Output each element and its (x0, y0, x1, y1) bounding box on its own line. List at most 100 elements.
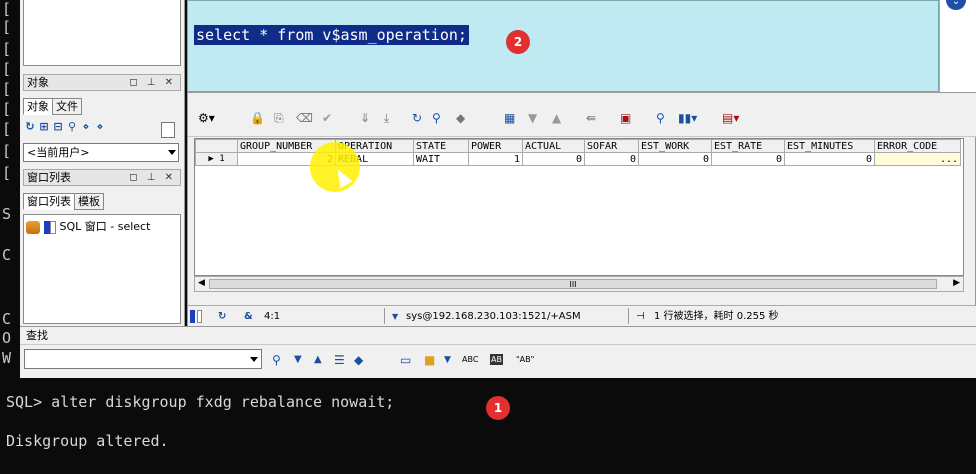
single-record-icon[interactable]: ▦ (504, 110, 515, 126)
column-header[interactable]: SOFAR (584, 139, 639, 153)
results-toolbar: ⚙▾ 🔒 ⎘ ⌫ ✔ ⇓ ⤓ ↻ ⚲ ◆ ▦ ▼ ▲ ⇚ ▣ ⚲ ▮▮▾ ▤▾ (188, 93, 976, 137)
objects-title-label: 对象 (27, 76, 49, 89)
connection-info[interactable]: sys@192.168.230.103:1521/+ASM (406, 309, 581, 324)
tab-files[interactable]: 文件 (52, 98, 82, 115)
column-header[interactable]: ACTUAL (522, 139, 585, 153)
cell-est-rate[interactable]: 0 (711, 152, 785, 166)
objects-toolbar: ↻ ⊞ ⊟ ⚲ ⋄ ⋄ (23, 120, 181, 140)
cell-sofar[interactable]: 0 (584, 152, 639, 166)
cell-est-work[interactable]: 0 (638, 152, 712, 166)
pin-icon: ⊣ (636, 311, 645, 322)
refresh-icon[interactable]: ↻ (23, 120, 37, 133)
window-color-icon (190, 309, 202, 324)
find-icon[interactable]: ⚲ (272, 352, 281, 368)
ampersand-icon: & (244, 311, 253, 322)
find-input[interactable] (24, 349, 262, 369)
chevron-down-icon[interactable] (250, 357, 258, 362)
window-list-label: 窗口列表 (27, 171, 71, 184)
chart-icon[interactable]: ▮▮▾ (678, 110, 697, 126)
folder-icon[interactable]: ■ (424, 352, 435, 368)
clear-icon[interactable]: ◆ (456, 110, 465, 126)
status-bar: ↻ & 4:1 ▼ sys@192.168.230.103:1521/+ASM … (188, 305, 976, 326)
column-header[interactable]: STATE (413, 139, 469, 153)
sql-editor[interactable]: select * from v$asm_operation; (187, 0, 939, 92)
window-list: SQL 窗口 - select (23, 214, 181, 324)
panel-controls-icon[interactable]: ◻ ⊥ ✕ (129, 75, 176, 90)
sql-text[interactable]: select * from v$asm_operation; (194, 25, 469, 45)
list-icon[interactable]: ☰ (334, 352, 345, 368)
panel-controls-icon[interactable]: ◻ ⊥ ✕ (129, 170, 176, 185)
divider (384, 308, 385, 324)
objects-panel-title: 对象 ◻ ⊥ ✕ (23, 74, 181, 91)
cell-power[interactable]: 1 (468, 152, 523, 166)
delete-record-icon[interactable]: ⌫ (296, 110, 313, 126)
window-icon[interactable]: ▭ (400, 352, 411, 368)
window-frame-icon (50, 220, 56, 234)
scroll-left-icon[interactable]: ◀ (198, 278, 205, 288)
grid-icon[interactable]: ▤▾ (722, 110, 739, 126)
find-previous-icon[interactable]: ▲ (314, 352, 322, 368)
horizontal-scrollbar[interactable]: ◀ III ▶ (194, 276, 964, 292)
chevron-down-icon[interactable]: ▼ (444, 352, 451, 368)
row-indicator[interactable]: ▶ 1 (195, 152, 238, 166)
refresh-icon[interactable]: ↻ (218, 309, 226, 324)
scroll-thumb[interactable]: III (209, 279, 937, 289)
list-item[interactable]: SQL 窗口 - select (26, 218, 150, 234)
whole-word-button[interactable]: AB (490, 354, 503, 365)
column-header[interactable]: EST_MINUTES (784, 139, 875, 153)
blank-panel (23, 0, 181, 66)
lock-icon[interactable]: 🔒 (250, 110, 265, 126)
column-header[interactable]: EST_RATE (711, 139, 785, 153)
find-next-icon[interactable]: ▼ (294, 352, 302, 368)
row-index: 1 (219, 154, 225, 164)
sort-icon[interactable]: ⋄ (93, 120, 107, 133)
add-record-icon[interactable]: ⎘ (274, 110, 284, 126)
cell-error-code[interactable]: ... (874, 152, 961, 166)
column-header[interactable]: EST_WORK (638, 139, 712, 153)
filter-down-icon[interactable]: ▼ (528, 110, 537, 126)
find-icon[interactable]: ⚲ (432, 110, 441, 126)
terminal-fragment: [ (2, 100, 12, 118)
terminal-fragment: [ (2, 0, 12, 18)
collapse-icon[interactable]: ⊟ (51, 120, 65, 133)
cell-actual[interactable]: 0 (522, 152, 585, 166)
cursor-position: 4:1 (264, 311, 281, 322)
regex-button[interactable]: "AB" (516, 352, 534, 368)
results-panel: ⚙▾ 🔒 ⎘ ⌫ ✔ ⇓ ⤓ ↻ ⚲ ◆ ▦ ▼ ▲ ⇚ ▣ ⚲ ▮▮▾ ▤▾ … (187, 92, 976, 326)
terminal-fragment: O (2, 329, 12, 347)
cell-est-minutes[interactable]: 0 (784, 152, 875, 166)
filter-icon[interactable]: ⋄ (79, 120, 93, 133)
tab-window-list[interactable]: 窗口列表 (23, 193, 75, 210)
column-header[interactable]: ERROR_CODE (874, 139, 961, 153)
expand-icon[interactable]: ⊞ (37, 120, 51, 133)
find-icon[interactable]: ⚲ (65, 120, 79, 133)
terminal-command: SQL> alter diskgroup fxdg rebalance nowa… (6, 393, 395, 411)
terminal-fragment: C (2, 246, 12, 264)
fetch-next-icon[interactable]: ⇓ (360, 110, 370, 126)
tab-templates[interactable]: 模板 (74, 193, 104, 210)
terminal-fragment: W (2, 349, 12, 367)
option-box[interactable] (161, 122, 175, 138)
refresh-icon[interactable]: ↻ (412, 110, 422, 126)
window-list-title: 窗口列表 ◻ ⊥ ✕ (23, 169, 181, 186)
corner-cell (195, 139, 238, 153)
user-combo[interactable]: <当前用户> (23, 143, 179, 162)
tab-objects[interactable]: 对象 (23, 98, 53, 115)
options-icon[interactable]: ⚙▾ (198, 110, 215, 126)
chevron-down-icon[interactable]: ▼ (392, 309, 398, 324)
query-icon[interactable]: ⚲ (656, 110, 665, 126)
cell-state[interactable]: WAIT (413, 152, 469, 166)
database-icon (26, 220, 40, 234)
scroll-right-icon[interactable]: ▶ (953, 278, 960, 288)
save-icon[interactable]: ▣ (620, 110, 631, 126)
match-case-button[interactable]: ABC (462, 352, 478, 368)
results-grid[interactable]: GROUP_NUMBER OPERATION STATE POWER ACTUA… (194, 138, 964, 276)
fetch-last-icon[interactable]: ⤓ (384, 110, 389, 126)
column-header[interactable]: POWER (468, 139, 523, 153)
terminal-fragment: [ (2, 18, 12, 36)
terminal-fragment: [ (2, 40, 12, 58)
export-icon[interactable]: ⇚ (586, 110, 596, 126)
clear-icon[interactable]: ◆ (354, 352, 363, 368)
post-icon[interactable]: ✔ (322, 110, 332, 126)
filter-up-icon[interactable]: ▲ (552, 110, 561, 126)
